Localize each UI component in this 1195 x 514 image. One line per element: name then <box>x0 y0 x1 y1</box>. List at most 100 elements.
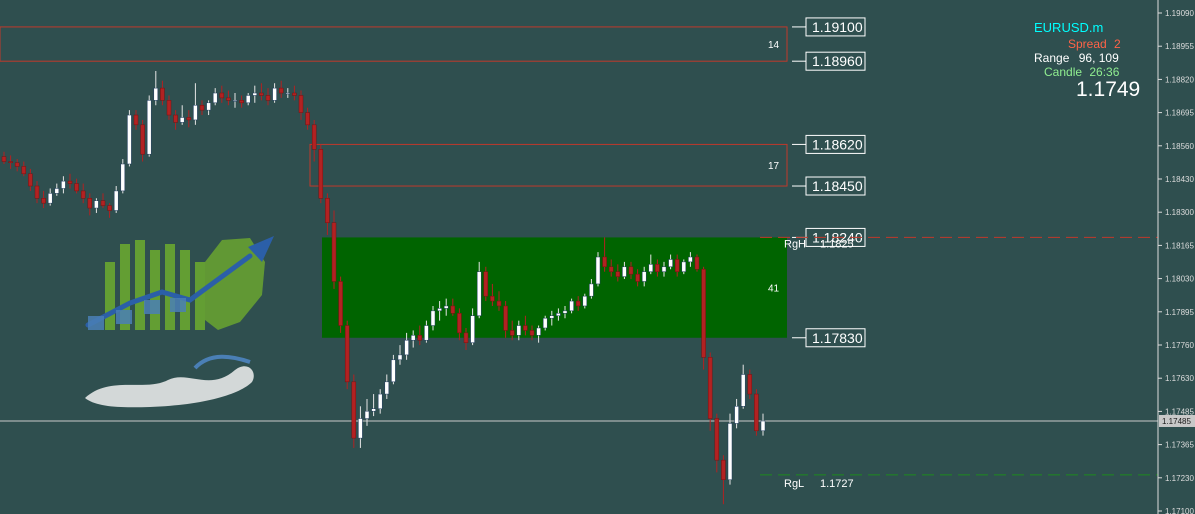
candle-body <box>470 315 475 343</box>
price-axis-label: 1.18430 <box>1165 175 1194 184</box>
watermark-bar <box>150 250 160 330</box>
candle-body <box>516 325 522 336</box>
range-label: Range <box>1034 51 1070 65</box>
candle-body <box>41 198 46 204</box>
zone-pip-count: 41 <box>768 284 780 295</box>
candle-body <box>140 124 145 155</box>
candle-body <box>94 200 99 209</box>
candle-body <box>377 393 383 410</box>
price-axis-label: 1.18165 <box>1165 241 1194 250</box>
candle-body <box>655 264 660 272</box>
candle-body <box>443 305 449 309</box>
candle-body <box>727 423 733 480</box>
current-price-tag-label: 1.17485 <box>1162 417 1191 426</box>
candle-body <box>503 305 508 331</box>
price-axis-label: 1.18695 <box>1165 109 1194 118</box>
chart-root: 14 1.19100 1.18960 17 1.18620 1.18450 41 1.1824… <box>0 0 1195 514</box>
candle-body <box>450 305 456 314</box>
watermark-calligraphy <box>193 354 251 370</box>
candle-body <box>186 117 192 121</box>
candle-body <box>457 313 462 334</box>
candle-body <box>8 161 13 164</box>
candle-body <box>615 271 621 277</box>
candle-body <box>635 273 640 282</box>
candle-body <box>747 374 753 395</box>
candle-body <box>371 408 376 412</box>
candle-body <box>681 261 687 272</box>
candle-body <box>305 112 310 126</box>
candle-body <box>239 100 244 104</box>
candle-body <box>536 327 541 336</box>
candle-body <box>47 193 53 204</box>
candle-body <box>278 87 284 94</box>
range-name: RgH <box>784 238 806 250</box>
candle-body <box>622 266 627 277</box>
candle-body <box>523 325 528 331</box>
price-chart[interactable]: 141.191001.18960171.186201.18450411.1824… <box>0 0 1195 514</box>
candle-body <box>232 100 238 102</box>
candle-body <box>100 200 106 206</box>
watermark-coin <box>170 298 186 312</box>
candle-body <box>325 198 330 223</box>
candle-body <box>311 124 317 150</box>
candle-body <box>338 281 343 326</box>
price-axis-label: 1.17100 <box>1165 507 1194 514</box>
candle-timer-readout: Candle 26:36 <box>1044 65 1119 79</box>
watermark-coin <box>144 300 160 314</box>
candle-body <box>463 332 469 343</box>
candle-body <box>80 190 86 199</box>
candle-body <box>166 100 172 116</box>
spread-value: 2 <box>1114 37 1121 51</box>
price-axis-label: 1.18955 <box>1165 42 1194 51</box>
candle-body <box>245 95 251 104</box>
candle-body <box>397 354 403 361</box>
candle-body <box>14 162 20 167</box>
watermark-calligraphy <box>85 366 254 408</box>
bid-price: 1.1749 <box>1076 78 1141 101</box>
watermark-bar <box>105 262 115 330</box>
candle-body <box>437 308 442 312</box>
candle-body <box>107 205 112 211</box>
price-axis-label: 1.18030 <box>1165 275 1194 284</box>
candle-body <box>146 100 152 155</box>
watermark-bar <box>165 244 175 330</box>
candle-body <box>509 330 515 336</box>
range-value: 1.1825 <box>820 238 854 250</box>
candle-body <box>259 92 264 96</box>
candle-body <box>74 183 79 192</box>
price-axis-label: 1.18560 <box>1165 142 1194 151</box>
price-axis-label: 1.17630 <box>1165 374 1194 383</box>
price-axis-label: 1.17760 <box>1165 341 1194 350</box>
candle-body <box>153 87 159 101</box>
candle-body <box>160 87 165 101</box>
candle-body <box>193 104 198 121</box>
candle-time-value: 26:36 <box>1089 65 1120 79</box>
candle-body <box>391 359 396 383</box>
candle-body <box>648 264 654 272</box>
candle-body <box>252 92 258 96</box>
symbol-label: EURUSD.m <box>1034 20 1104 35</box>
level-price-label: 1.19100 <box>812 19 863 35</box>
range-value: 96, 109 <box>1078 51 1119 65</box>
candle-body <box>701 268 706 358</box>
candle-body <box>417 335 423 341</box>
range-name: RgL <box>784 478 804 490</box>
zone-pip-count: 17 <box>768 161 780 172</box>
level-price-label: 1.17830 <box>812 330 863 346</box>
level-price-label: 1.18450 <box>812 178 863 194</box>
candle-body <box>331 222 337 282</box>
candle-body <box>608 266 614 272</box>
candle-body <box>67 180 73 184</box>
candle-body <box>529 330 535 336</box>
candle-body <box>173 114 178 123</box>
zone-box <box>309 143 788 187</box>
candle-body <box>54 188 60 194</box>
candle-body <box>28 173 33 187</box>
candle-body <box>358 418 363 439</box>
candle-body <box>760 420 766 432</box>
candle-body <box>364 410 370 419</box>
candle-body <box>556 313 561 316</box>
candle-body <box>318 149 324 199</box>
candle-body <box>661 266 667 272</box>
candle-body <box>496 300 502 307</box>
